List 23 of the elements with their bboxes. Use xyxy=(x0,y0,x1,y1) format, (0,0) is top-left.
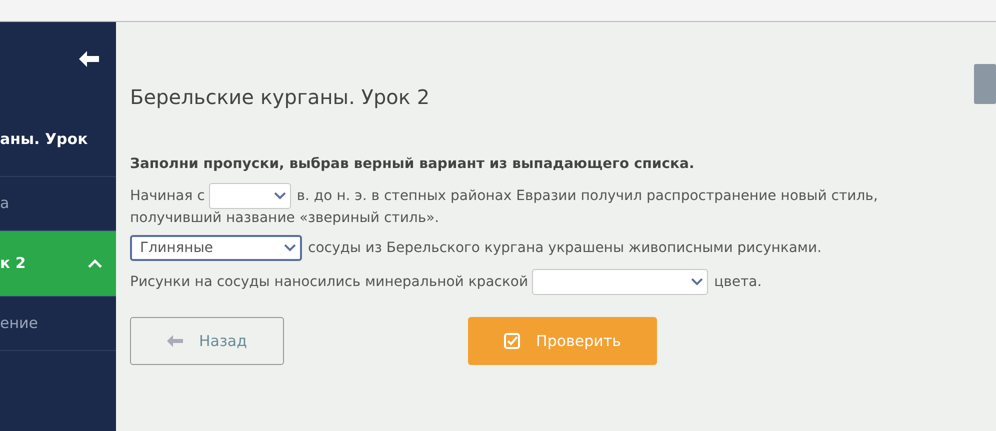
sidebar-title: аны. Урок xyxy=(0,128,88,150)
chevron-down-icon xyxy=(274,192,286,200)
sentence-text: в. до н. э. в степных районах Евразии получил распространение новый стиль, xyxy=(296,188,878,204)
checkbox-icon xyxy=(504,333,520,349)
chevron-down-icon xyxy=(284,244,296,252)
sidebar-item[interactable]: к 2 xyxy=(0,231,116,297)
dropdown-field[interactable] xyxy=(532,269,708,295)
expand-button[interactable] xyxy=(974,64,996,104)
arrow-left-icon xyxy=(166,335,183,347)
sentence-text: цвета. xyxy=(714,274,762,290)
back-arrow-icon xyxy=(78,50,100,68)
dropdown-field[interactable] xyxy=(208,183,291,209)
sentence-text: сосуды из Берельского кургана украшены живописными рисунками. xyxy=(308,240,822,256)
sidebar-item[interactable]: ение xyxy=(0,297,116,351)
sentence-text: получивший название «звериный стиль». xyxy=(130,209,440,227)
instruction-text: Заполни пропуски, выбрав верный вариант из выпадающего списка. xyxy=(130,155,696,174)
back-button[interactable]: Назад xyxy=(130,317,284,365)
chevron-down-icon xyxy=(691,278,704,286)
sentence-text: Начиная с xyxy=(130,188,205,204)
caret-up-icon xyxy=(88,259,102,268)
lesson-title: Берельские курганы. Урок 2 xyxy=(130,84,431,111)
sentence-text: Рисунки на сосуды наносились минеральной краской xyxy=(130,274,528,290)
dropdown-field[interactable]: Глиняные xyxy=(130,235,302,261)
